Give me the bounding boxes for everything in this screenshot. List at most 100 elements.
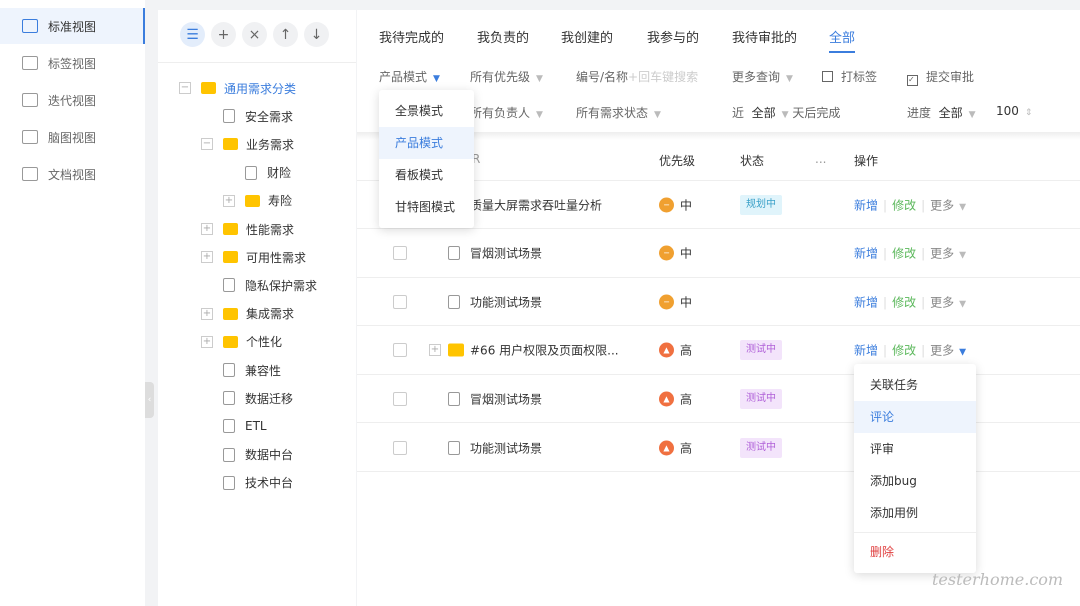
nav-item-4[interactable]: 文档视图 bbox=[0, 156, 145, 192]
folder-icon bbox=[223, 223, 238, 235]
nav-item-0[interactable]: 标准视图 bbox=[0, 8, 145, 44]
row-name[interactable]: 质量大屏需求吞吐量分析 bbox=[470, 196, 602, 213]
tab-0[interactable]: 我待完成的 bbox=[379, 27, 444, 46]
more-menu-item[interactable]: 添加bug bbox=[854, 465, 976, 497]
tree-node[interactable]: + 性能需求 bbox=[201, 218, 294, 240]
tree-node[interactable]: + 个性化 bbox=[201, 331, 282, 353]
tree-node[interactable]: − 通用需求分类 bbox=[179, 77, 296, 99]
more-button[interactable]: 更多 ▼ bbox=[930, 344, 966, 358]
priority-filter[interactable]: 所有优先级 ▼ bbox=[470, 68, 543, 85]
row-name[interactable]: #66 用户权限及页面权限... bbox=[470, 342, 619, 359]
tree-node[interactable]: + 可用性需求 bbox=[201, 246, 306, 268]
more-menu-item[interactable]: 评审 bbox=[854, 433, 976, 465]
tree-node[interactable]: 数据迁移 bbox=[201, 387, 293, 409]
add-button[interactable]: 新增 bbox=[854, 247, 878, 261]
expand-icon[interactable]: + bbox=[223, 194, 235, 207]
row-checkbox[interactable] bbox=[393, 246, 407, 261]
more-button[interactable]: 更多 ▼ bbox=[930, 198, 966, 212]
due-filter[interactable]: 近 全部 ▼ 天后完成 bbox=[732, 104, 840, 121]
close-icon[interactable]: × bbox=[242, 22, 267, 47]
separator: | bbox=[883, 198, 888, 212]
add-button[interactable]: 新增 bbox=[854, 344, 878, 358]
row-checkbox[interactable] bbox=[393, 343, 407, 358]
tree-node[interactable]: 财险 bbox=[223, 162, 291, 184]
tab-3[interactable]: 我参与的 bbox=[647, 27, 699, 46]
collapse-icon[interactable]: − bbox=[201, 138, 213, 151]
add-button[interactable]: 新增 bbox=[854, 295, 878, 309]
mode-option[interactable]: 看板模式 bbox=[379, 159, 474, 191]
expand-icon[interactable]: + bbox=[201, 251, 213, 264]
edit-button[interactable]: 修改 bbox=[892, 344, 916, 358]
tree-node[interactable]: 数据中台 bbox=[201, 444, 293, 466]
nav-item-1[interactable]: 标签视图 bbox=[0, 45, 145, 81]
tree-node[interactable]: + 寿险 bbox=[223, 190, 292, 212]
priority-filter-label: 所有优先级 bbox=[470, 70, 531, 84]
tag-button[interactable]: 打标签 bbox=[822, 68, 877, 85]
more-query-button[interactable]: 更多查询 ▼ bbox=[732, 68, 793, 85]
tab-2[interactable]: 我创建的 bbox=[561, 27, 613, 46]
mode-select[interactable]: 产品模式 ▼ bbox=[379, 68, 440, 85]
more-button[interactable]: 更多 ▼ bbox=[930, 295, 966, 309]
list-icon[interactable]: ☰ bbox=[180, 22, 205, 47]
search-input[interactable]: 编号/名称+回车键搜索 bbox=[576, 68, 698, 85]
tree-node[interactable]: 安全需求 bbox=[201, 105, 293, 127]
priority-text: 高 bbox=[680, 392, 693, 407]
mode-option[interactable]: 全景模式 bbox=[379, 95, 474, 127]
row-name[interactable]: 冒烟测试场景 bbox=[470, 245, 542, 262]
more-menu-item[interactable]: 添加用例 bbox=[854, 497, 976, 529]
nav-item-label: 标签视图 bbox=[48, 56, 97, 71]
nav-item-2[interactable]: 迭代视图 bbox=[0, 82, 145, 118]
submit-label: 提交审批 bbox=[926, 70, 975, 84]
more-query-label: 更多查询 bbox=[732, 70, 781, 84]
tree-node[interactable]: ETL bbox=[201, 415, 267, 437]
tab-5[interactable]: 全部 bbox=[829, 27, 856, 53]
tree-node[interactable]: 隐私保护需求 bbox=[201, 274, 317, 296]
more-menu-item[interactable]: 关联任务 bbox=[854, 369, 976, 401]
tree-node[interactable]: 技术中台 bbox=[201, 472, 293, 494]
row-name[interactable]: 功能测试场景 bbox=[470, 293, 542, 310]
tab-4[interactable]: 我待审批的 bbox=[732, 27, 797, 46]
near-value: 全部 bbox=[751, 106, 776, 120]
owner-filter[interactable]: 所有负责人 ▼ bbox=[470, 104, 543, 121]
submit-approval-button[interactable]: ✓ 提交审批 bbox=[907, 68, 974, 86]
row-name[interactable]: 功能测试场景 bbox=[470, 439, 542, 456]
expand-icon[interactable]: + bbox=[429, 344, 441, 357]
mode-option[interactable]: 甘特图模式 bbox=[379, 191, 474, 223]
tree-node[interactable]: + 集成需求 bbox=[201, 303, 294, 325]
stepper-icon[interactable]: ⇕ bbox=[1025, 108, 1033, 118]
row-checkbox[interactable] bbox=[393, 391, 407, 406]
document-icon bbox=[223, 447, 235, 462]
tab-1[interactable]: 我负责的 bbox=[477, 27, 529, 46]
collapse-handle[interactable]: ‹ bbox=[145, 382, 154, 418]
edit-button[interactable]: 修改 bbox=[892, 247, 916, 261]
arrow-down-icon[interactable]: ↓ bbox=[304, 22, 329, 47]
expand-icon[interactable]: + bbox=[201, 223, 213, 235]
page-size-stepper[interactable]: 100 ⇕ bbox=[996, 104, 1032, 118]
nav-item-3[interactable]: 脑图视图 bbox=[0, 119, 145, 155]
expand-icon[interactable]: + bbox=[201, 335, 213, 348]
caret-down-icon: ▼ bbox=[654, 110, 661, 120]
more-button[interactable]: 更多 ▼ bbox=[930, 247, 966, 261]
expand-icon[interactable]: + bbox=[201, 307, 213, 320]
table-row[interactable]: 冒烟测试场景 − 中 新增 | 修改 | 更多 ▼ bbox=[357, 230, 1080, 278]
row-name[interactable]: 冒烟测试场景 bbox=[470, 390, 542, 407]
table-row[interactable]: 功能测试场景 − 中 新增 | 修改 | 更多 ▼ bbox=[357, 278, 1080, 327]
status-filter[interactable]: 所有需求状态 ▼ bbox=[576, 104, 661, 121]
progress-filter[interactable]: 进度 全部 ▼ bbox=[907, 104, 976, 121]
page-size-value: 100 bbox=[996, 104, 1019, 118]
add-button[interactable]: 新增 bbox=[854, 198, 878, 212]
edit-button[interactable]: 修改 bbox=[892, 198, 916, 212]
column-settings-button[interactable]: ... bbox=[815, 152, 826, 166]
tree-node[interactable]: − 业务需求 bbox=[201, 133, 294, 155]
row-checkbox[interactable] bbox=[393, 440, 407, 455]
mode-option[interactable]: 产品模式 bbox=[379, 127, 474, 159]
delete-menu-item[interactable]: 删除 bbox=[854, 536, 976, 568]
tag-label: 打标签 bbox=[841, 70, 878, 84]
row-checkbox[interactable] bbox=[393, 294, 407, 309]
tree-node[interactable]: 兼容性 bbox=[201, 359, 281, 381]
plus-icon[interactable]: + bbox=[211, 22, 236, 47]
collapse-icon[interactable]: − bbox=[179, 82, 191, 94]
more-menu-item[interactable]: 评论 bbox=[854, 401, 976, 433]
arrow-up-icon[interactable]: ↑ bbox=[273, 22, 298, 47]
edit-button[interactable]: 修改 bbox=[892, 295, 916, 309]
